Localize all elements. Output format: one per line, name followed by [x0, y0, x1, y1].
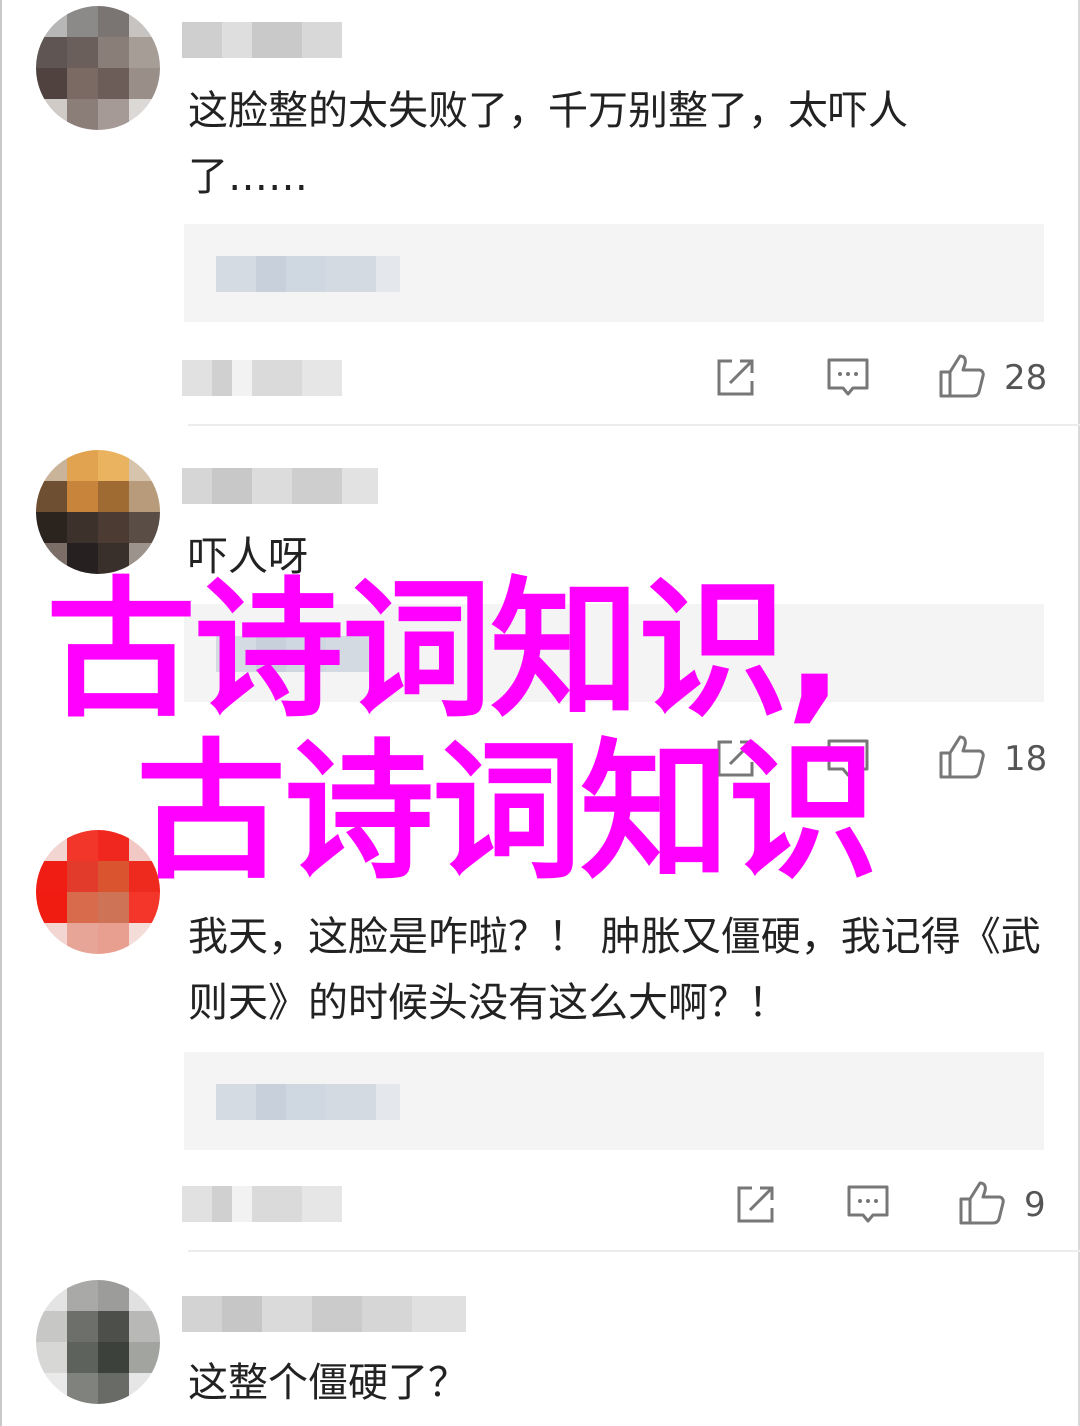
comment-icon[interactable] [826, 355, 870, 399]
username-blurred[interactable] [182, 22, 342, 58]
watermark-line-1: 古诗词知识, [46, 564, 843, 738]
reply-preview[interactable] [184, 1052, 1044, 1150]
reply-preview-blurred [216, 256, 400, 292]
username-blurred[interactable] [182, 468, 378, 504]
reply-preview-blurred [216, 1084, 400, 1120]
reply-preview[interactable] [184, 224, 1044, 322]
thumbs-up-icon[interactable] [938, 352, 986, 400]
screen-edge-left [0, 0, 2, 1426]
comment-divider [188, 1250, 1080, 1252]
timestamp-blurred [182, 1186, 342, 1222]
like-count: 9 [1024, 1185, 1046, 1225]
comment-text: 这整个僵硬了？ [188, 1360, 468, 1406]
comment-icon[interactable] [846, 1182, 890, 1226]
like-count: 28 [1004, 358, 1048, 398]
thumbs-up-icon[interactable] [958, 1179, 1006, 1227]
avatar[interactable] [36, 1280, 160, 1404]
avatar[interactable] [36, 6, 160, 130]
like-count: 18 [1004, 739, 1048, 779]
username-blurred[interactable] [182, 1296, 466, 1332]
share-icon[interactable] [734, 1182, 778, 1226]
avatar[interactable] [36, 450, 160, 574]
timestamp-blurred [182, 360, 342, 396]
thumbs-up-icon[interactable] [938, 733, 986, 781]
comment-text: 我天，这脸是咋啦？！ 肿胀又僵硬，我记得《武则天》的时候头没有这么大啊？！ [188, 914, 1041, 1026]
share-icon[interactable] [714, 355, 758, 399]
comment-divider [188, 424, 1080, 426]
watermark-line-2: 古诗词知识 [136, 726, 878, 900]
comment-text: 这脸整的太失败了，千万别整了，太吓人了…… [188, 88, 908, 200]
